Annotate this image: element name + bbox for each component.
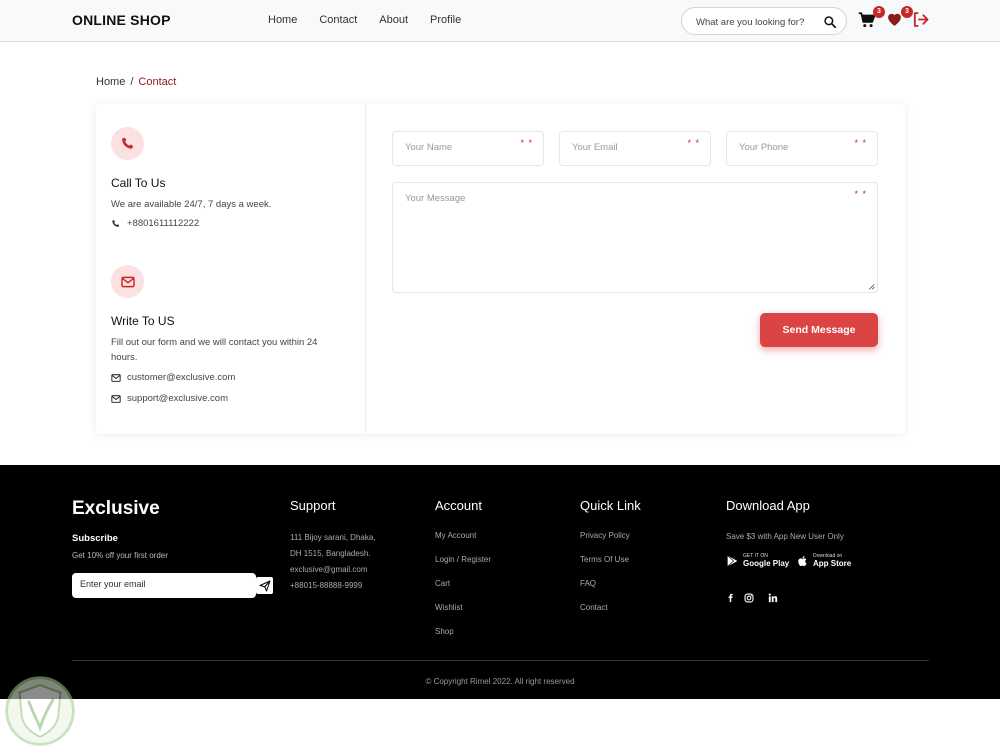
email-input[interactable] <box>572 142 692 153</box>
breadcrumb-separator: / <box>130 76 134 88</box>
support-line: 111 Bijoy sarani, Dhaka, <box>290 533 376 542</box>
phone-field: * * <box>726 131 878 166</box>
subscribe-send-button[interactable] <box>256 577 273 594</box>
mail-small-icon <box>111 373 121 382</box>
message-field: * * <box>392 182 878 293</box>
nav-profile[interactable]: Profile <box>430 14 461 26</box>
customer-email[interactable]: customer@exclusive.com <box>127 372 235 383</box>
required-mark: * * <box>854 138 867 148</box>
app-store-button[interactable]: Download on App Store <box>797 553 851 568</box>
write-text: Fill out our form and we will contact yo… <box>111 337 318 363</box>
required-mark: * * <box>854 189 867 199</box>
name-field: * * <box>392 131 544 166</box>
logout-button[interactable] <box>912 11 932 31</box>
nav-home[interactable]: Home <box>268 14 297 26</box>
email-line-2: support@exclusive.com <box>111 393 228 404</box>
main-nav: Home Contact About Profile <box>268 14 461 26</box>
cart-count-badge: 3 <box>873 6 885 18</box>
site-footer: Exclusive Subscribe Get 10% off your fir… <box>0 465 1000 699</box>
footer-link-faq[interactable]: FAQ <box>580 579 596 588</box>
cart-button[interactable]: 3 <box>858 6 885 31</box>
write-icon-badge <box>111 265 144 298</box>
required-mark: * * <box>687 138 700 148</box>
mail-small-icon <box>111 394 121 403</box>
footer-link-my-account[interactable]: My Account <box>435 531 476 540</box>
nav-about[interactable]: About <box>379 14 408 26</box>
support-line: DH 1515, Bangladesh. <box>290 549 371 558</box>
call-icon-badge <box>111 127 144 160</box>
app-note: Save $3 with App New User Only <box>726 532 844 541</box>
message-textarea[interactable] <box>405 193 845 283</box>
breadcrumb-home[interactable]: Home <box>96 76 125 88</box>
nav-contact[interactable]: Contact <box>319 14 357 26</box>
mail-icon <box>120 276 135 287</box>
social-links <box>726 593 778 603</box>
footer-link-login[interactable]: Login / Register <box>435 555 491 564</box>
card-divider <box>365 104 366 434</box>
copyright-text: © Copyright Rimel 2022. All right reserv… <box>425 677 575 686</box>
search-box <box>681 7 847 35</box>
footer-divider <box>72 660 929 661</box>
send-message-button[interactable]: Send Message <box>760 313 878 347</box>
search-icon[interactable] <box>823 15 837 29</box>
support-email[interactable]: support@exclusive.com <box>127 393 228 404</box>
subscribe-title: Subscribe <box>72 533 118 544</box>
watermark-shield-logo <box>5 676 75 746</box>
resize-handle-icon[interactable] <box>868 283 875 290</box>
linkedin-icon[interactable] <box>768 593 778 603</box>
call-title: Call To Us <box>111 176 166 190</box>
quick-link-title: Quick Link <box>580 498 641 513</box>
write-title: Write To US <box>111 314 175 328</box>
google-play-button[interactable]: GET IT ON Google Play <box>726 553 789 568</box>
support-title: Support <box>290 498 336 513</box>
name-input[interactable] <box>405 142 525 153</box>
breadcrumb-current: Contact <box>138 76 177 88</box>
google-play-label: Google Play <box>743 559 790 568</box>
phone-icon <box>121 137 133 149</box>
phone-input[interactable] <box>739 142 859 153</box>
required-mark: * * <box>520 138 533 148</box>
breadcrumb: Home / Contact <box>96 76 176 88</box>
email-line-1: customer@exclusive.com <box>111 372 235 383</box>
subscribe-email-input[interactable] <box>80 579 245 589</box>
app-store-label: App Store <box>813 559 852 568</box>
footer-link-wishlist[interactable]: Wishlist <box>435 603 463 612</box>
call-phone-line: +8801611112222 <box>111 218 199 229</box>
call-phone[interactable]: +8801611112222 <box>127 218 199 229</box>
google-play-icon <box>727 554 738 567</box>
footer-link-contact[interactable]: Contact <box>580 603 608 612</box>
footer-link-terms[interactable]: Terms Of Use <box>580 555 629 564</box>
top-header: ONLINE SHOP Home Contact About Profile 3… <box>0 0 1000 42</box>
contact-card: Call To Us We are available 24/7, 7 days… <box>96 104 905 434</box>
subscribe-note: Get 10% off your first order <box>72 551 168 560</box>
logout-icon <box>913 12 929 27</box>
subscribe-email-box <box>72 573 256 598</box>
footer-link-shop[interactable]: Shop <box>435 627 454 636</box>
support-phone-link[interactable]: +88015-88888-9999 <box>290 581 362 590</box>
wishlist-button[interactable]: 3 <box>886 6 913 31</box>
account-title: Account <box>435 498 482 513</box>
facebook-icon[interactable] <box>726 593 735 603</box>
apple-icon <box>798 555 807 566</box>
footer-brand: Exclusive <box>72 498 160 519</box>
support-email-link[interactable]: exclusive@gmail.com <box>290 565 367 574</box>
send-icon <box>259 580 270 591</box>
instagram-icon[interactable] <box>744 593 754 603</box>
download-app-title: Download App <box>726 498 810 513</box>
call-text: We are available 24/7, 7 days a week. <box>111 199 272 210</box>
email-field: * * <box>559 131 711 166</box>
footer-link-privacy[interactable]: Privacy Policy <box>580 531 630 540</box>
phone-small-icon <box>112 219 120 227</box>
site-logo[interactable]: ONLINE SHOP <box>72 12 171 28</box>
search-input[interactable] <box>696 14 816 30</box>
footer-link-cart[interactable]: Cart <box>435 579 450 588</box>
